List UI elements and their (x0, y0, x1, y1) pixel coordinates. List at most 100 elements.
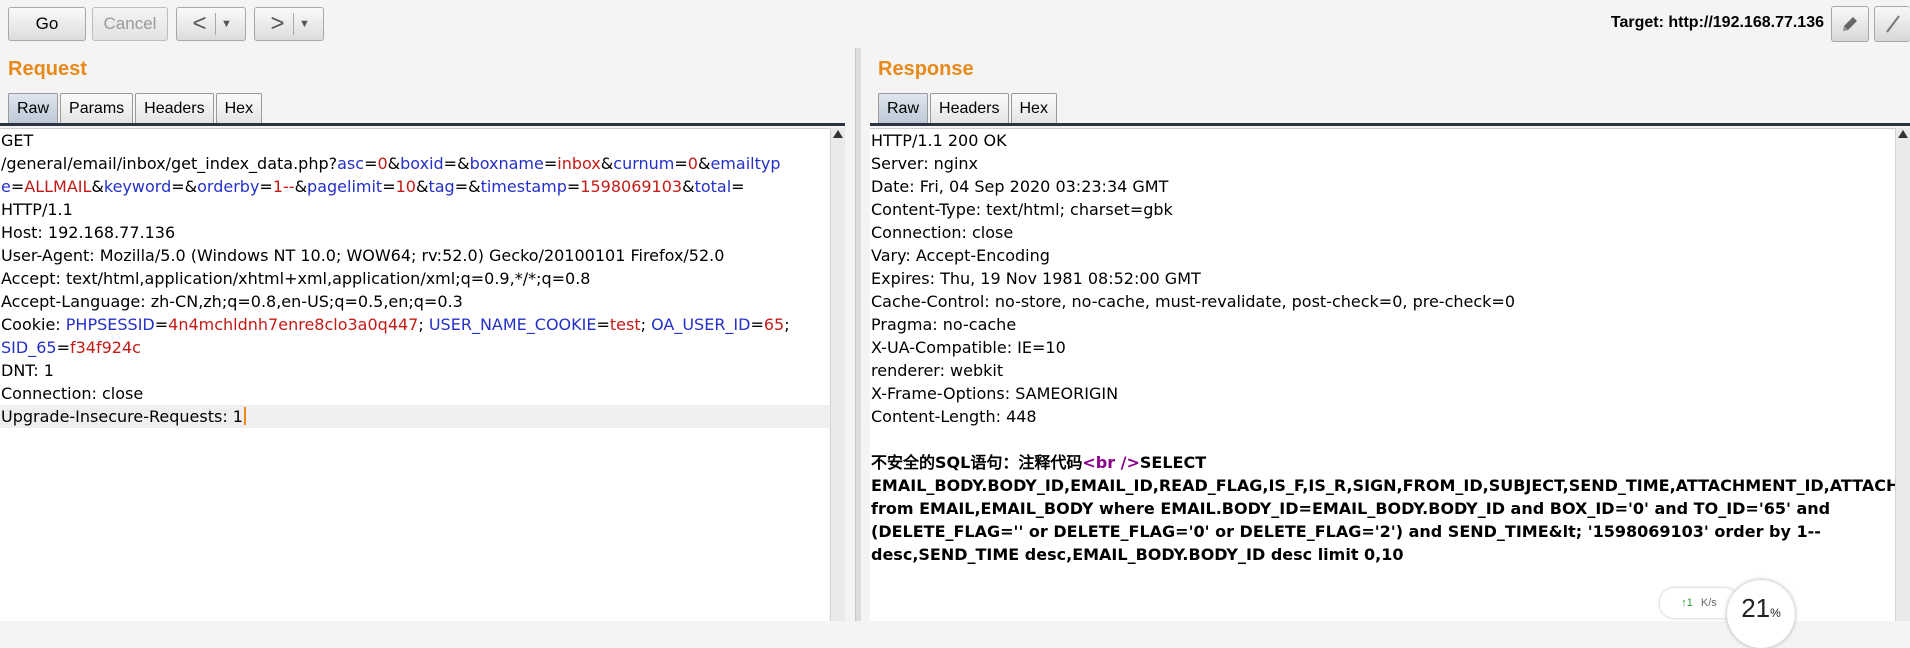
request-text: ; (784, 315, 790, 334)
br-tag: <br /> (1082, 453, 1140, 472)
request-line: Upgrade-Insecure-Requests: 1 (0, 405, 829, 428)
request-text: = (750, 315, 764, 334)
gauge-unit: % (1770, 606, 1781, 620)
response-editor[interactable]: HTTP/1.1 200 OK Server: nginx Date: Fri, 0… (870, 128, 1896, 621)
request-text: = (382, 177, 396, 196)
text-cursor (243, 407, 246, 425)
back-button[interactable]: < ▼ (176, 7, 246, 41)
param-name: boxid (400, 154, 444, 173)
param-name: curnum (613, 154, 675, 173)
request-text: ; (418, 315, 429, 334)
request-text: & (415, 177, 429, 196)
param-name: keyword (103, 177, 172, 196)
response-header-line: Content-Type: text/html; charset=gbk (871, 200, 1173, 219)
cancel-button[interactable]: Cancel (92, 7, 168, 41)
request-text: Upgrade-Insecure-Requests: 1 (1, 407, 243, 426)
request-line: GET (0, 129, 829, 152)
sql-error-message: 不安全的SQL语句：注释代码<br />SELECT EMAIL_BODY.BO… (870, 451, 1896, 566)
upload-speed: ↑1 (1681, 597, 1693, 609)
response-headers: HTTP/1.1 200 OK Server: nginx Date: Fri, 0… (870, 129, 1896, 428)
param-name: pagelimit (307, 177, 383, 196)
param-value: ALLMAIL (24, 177, 92, 196)
request-text: Accept: text/html,application/xhtml+xml,… (1, 269, 591, 288)
response-header-line: Expires: Thu, 19 Nov 1981 08:52:00 GMT (871, 269, 1201, 288)
speed-unit: K/s (1700, 597, 1717, 609)
param-name: boxname (469, 154, 544, 173)
param-value: 1-- (272, 177, 295, 196)
sql-prefix: 不安全的SQL语句：注释代码 (871, 453, 1083, 472)
forward-arrow-icon: > (270, 10, 285, 37)
tab-hex[interactable]: Hex (1010, 93, 1057, 123)
back-dropdown-icon[interactable]: ▼ (216, 18, 238, 30)
request-text: =& (454, 177, 481, 196)
tab-headers[interactable]: Headers (135, 93, 214, 123)
request-title: Request (8, 58, 87, 80)
param-value: test (609, 315, 641, 334)
request-line: Accept-Language: zh-CN,zh;q=0.8,en-US;q=… (0, 290, 829, 313)
request-scrollbar[interactable] (830, 128, 845, 621)
toolbar: Go Cancel < ▼ > ▼ Target: http://192.168… (0, 0, 1910, 48)
gauge-value: 21 (1741, 593, 1771, 623)
tab-params[interactable]: Params (60, 93, 134, 123)
param-value: inbox (557, 154, 601, 173)
tab-headers[interactable]: Headers (930, 93, 1009, 123)
request-text: = (731, 177, 745, 196)
response-scrollbar[interactable] (1895, 128, 1910, 621)
scroll-up-icon[interactable] (1898, 130, 1908, 138)
scroll-up-icon[interactable] (833, 130, 843, 138)
request-text: = (364, 154, 378, 173)
response-header-line: Vary: Accept-Encoding (871, 246, 1050, 265)
request-text: Cookie: (1, 315, 66, 334)
response-header-line: Server: nginx (871, 154, 979, 173)
param-name: e (1, 177, 11, 196)
tab-hex[interactable]: Hex (215, 93, 263, 123)
request-text: & (91, 177, 104, 196)
help-button[interactable] (1874, 6, 1910, 42)
edit-target-button[interactable] (1831, 6, 1869, 42)
pane-splitter[interactable] (855, 48, 861, 621)
pencil-icon (1843, 17, 1857, 31)
tab-raw[interactable]: Raw (8, 93, 59, 123)
response-header-line: Pragma: no-cache (871, 315, 1017, 334)
request-line: Cookie: PHPSESSID=4n4mchldnh7enre8clo3a0… (0, 313, 829, 336)
request-editor[interactable]: GET/general/email/inbox/get_index_data.p… (0, 128, 829, 621)
request-text: GET (1, 131, 34, 150)
forward-button[interactable]: > ▼ (254, 7, 324, 41)
request-text: =& (443, 154, 470, 173)
response-title: Response (878, 58, 974, 80)
response-header-line: X-Frame-Options: SAMEORIGIN (871, 384, 1119, 403)
param-value: 10 (395, 177, 416, 196)
target-label: Target: http://192.168.77.136 (1610, 14, 1824, 31)
request-line: DNT: 1 (0, 359, 829, 382)
help-icon (1885, 15, 1900, 33)
request-text: & (387, 154, 401, 173)
request-text: = (596, 315, 610, 334)
param-name: asc (337, 154, 365, 173)
request-text: ; (640, 315, 652, 334)
request-text: DNT: 1 (1, 361, 54, 380)
request-text: = (259, 177, 273, 196)
request-text: & (600, 154, 614, 173)
param-name: timestamp (480, 177, 567, 196)
request-text: & (697, 154, 711, 173)
param-name: USER_NAME_COOKIE (428, 315, 597, 334)
response-header-line: Cache-Control: no-store, no-cache, must-… (871, 292, 1515, 311)
response-tab-rule (870, 123, 1910, 126)
response-header-line: renderer: webkit (871, 361, 1004, 380)
usage-gauge[interactable]: 21% (1727, 580, 1795, 648)
param-name: emailtyp (710, 154, 781, 173)
response-tabs: Raw Headers Hex (878, 93, 1059, 123)
forward-dropdown-icon[interactable]: ▼ (294, 18, 316, 30)
request-tabs: Raw Params Headers Hex (8, 93, 264, 123)
request-text: = (154, 315, 169, 334)
go-button[interactable]: Go (8, 7, 86, 41)
request-text: = (566, 177, 581, 196)
tab-raw[interactable]: Raw (878, 93, 929, 123)
request-text: = (543, 154, 558, 173)
param-name: total (694, 177, 732, 196)
request-text: /general/email/inbox/get_index_data.php? (1, 154, 338, 173)
param-value: 65 (763, 315, 785, 334)
request-text: Host: 192.168.77.136 (1, 223, 176, 242)
param-value: 0 (687, 154, 698, 173)
param-name: OA_USER_ID (651, 315, 751, 334)
